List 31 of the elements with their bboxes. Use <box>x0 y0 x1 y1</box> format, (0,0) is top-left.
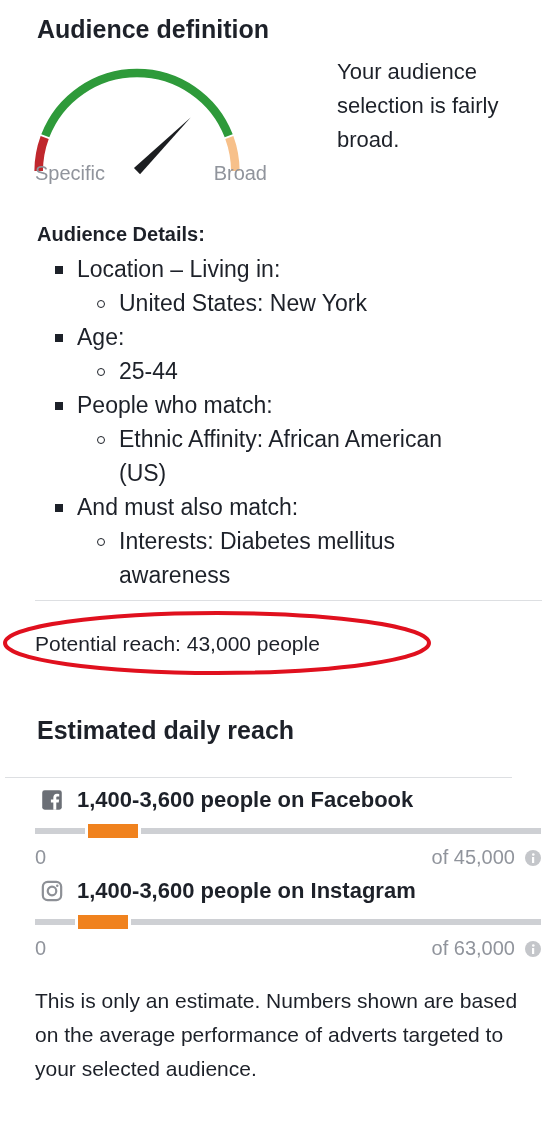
info-icon[interactable] <box>525 849 541 866</box>
details-heading: Audience Details: <box>37 223 206 246</box>
gauge-label: Specific <box>35 162 106 185</box>
potential-reach-text: Potential reach: 43,000 people <box>35 632 320 656</box>
gauge-needle <box>133 117 191 175</box>
list-item: Ethnic Affinity: African American (US) <box>119 425 443 488</box>
list-item: 25-44 <box>119 357 179 386</box>
section-title: Estimated daily reach <box>37 715 296 746</box>
summary-text: Your audience selection is fairly broad. <box>337 58 500 154</box>
scale-min: 0 <box>35 846 47 869</box>
list-item: United States: New York <box>119 289 369 318</box>
estimate-note: This is only an estimate. Numbers shown are based on the average performance of adverts targeted to your selected audience. <box>35 988 519 1082</box>
scale-max: of 45,000 <box>431 846 515 869</box>
bullet-icon <box>55 504 63 512</box>
list-item: Age: <box>77 323 125 352</box>
list-item: And must also match: <box>77 493 299 522</box>
list-item: Interests: Diabetes mellitus awareness <box>119 527 397 590</box>
bullet-icon <box>55 402 63 410</box>
info-icon[interactable] <box>525 940 541 957</box>
list-item: Location – Living in: <box>77 255 281 284</box>
section-title: Audience definition <box>37 14 270 45</box>
f-logo-icon <box>41 789 63 811</box>
camera-icon <box>41 880 63 902</box>
scale-max: of 63,000 <box>431 937 515 960</box>
gauge-label: Broad <box>213 162 267 185</box>
bullet-icon <box>55 266 63 274</box>
list-item: People who match: <box>77 391 273 420</box>
bullet-icon <box>55 334 63 342</box>
scale-min: 0 <box>35 937 47 960</box>
reach-estimate: 1,400-3,600 people on Facebook <box>77 787 414 813</box>
reach-estimate: 1,400-3,600 people on Instagram <box>77 878 416 904</box>
